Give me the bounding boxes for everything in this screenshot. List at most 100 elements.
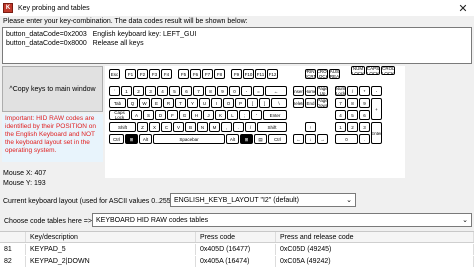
key-f9[interactable]: F9 (231, 69, 242, 79)
key-sys-0[interactable]: PRINT SCRN (305, 69, 316, 79)
key-left-shift[interactable]: Shift (109, 122, 136, 132)
keypad-1-2[interactable]: 3 (359, 122, 370, 132)
key-f4[interactable]: F4 (161, 69, 172, 79)
copy-keys-button[interactable]: ^Copy keys to main window (2, 66, 103, 112)
key-a-7[interactable]: K (215, 110, 226, 120)
key-f3[interactable]: F3 (149, 69, 160, 79)
key-10[interactable]: [ (247, 98, 258, 108)
key-nav-bottom-0[interactable]: Delete (293, 98, 304, 108)
key-nav-bottom-1[interactable]: End (305, 98, 316, 108)
key-sys-1[interactable]: SCROLL LOCK (317, 69, 328, 79)
key-1[interactable]: W (139, 98, 150, 108)
close-button[interactable]: ✕ (452, 0, 474, 16)
header-cell[interactable]: Press code (196, 232, 276, 242)
key-menu[interactable]: ▤ (254, 134, 267, 144)
lock-indicator-0[interactable]: NUM LOCK (351, 66, 365, 75)
keypad-1-1[interactable]: 2 (347, 122, 358, 132)
key-right-shift[interactable]: Shift (257, 122, 287, 132)
key-0[interactable]: Q (127, 98, 138, 108)
key-num-4[interactable]: 4 (157, 86, 168, 96)
key-num-1[interactable]: 1 (121, 86, 132, 96)
key-f5[interactable]: F5 (178, 69, 189, 79)
key-12[interactable]: \ (271, 98, 287, 108)
key-f7[interactable]: F7 (202, 69, 213, 79)
key-z-3[interactable]: V (173, 122, 184, 132)
key-spacebar[interactable]: Spacebar (153, 134, 225, 144)
key-a-3[interactable]: F (167, 110, 178, 120)
key-3[interactable]: R (163, 98, 174, 108)
key-right-ctrl[interactable]: Ctrl (268, 134, 287, 144)
key-a-2[interactable]: D (155, 110, 166, 120)
keypad-7-0[interactable]: 7 (335, 98, 346, 108)
key-sys-2[interactable]: PAUSE BREAK (329, 69, 340, 79)
key-8[interactable]: O (223, 98, 234, 108)
key-caps-lock[interactable]: Caps Lock (109, 110, 130, 120)
key-backspace[interactable]: ← (265, 86, 287, 96)
key-num-7[interactable]: 7 (193, 86, 204, 96)
key-right-alt[interactable]: Alt (226, 134, 239, 144)
key-f12[interactable]: F12 (267, 69, 278, 79)
key-num-5[interactable]: 5 (169, 86, 180, 96)
key-left-alt[interactable]: Alt (139, 134, 152, 144)
key-num-11[interactable]: - (241, 86, 252, 96)
key-z-4[interactable]: B (185, 122, 196, 132)
key-4[interactable]: T (175, 98, 186, 108)
key-f8[interactable]: F8 (214, 69, 225, 79)
key-z-6[interactable]: M (209, 122, 220, 132)
key-left-ctrl[interactable]: Ctrl (109, 134, 124, 144)
key-f2[interactable]: F2 (137, 69, 148, 79)
key-f1[interactable]: F1 (125, 69, 136, 79)
keypad-enter[interactable]: Enter (371, 122, 382, 144)
header-cell[interactable]: Key/description (26, 232, 196, 242)
key-a-5[interactable]: H (191, 110, 202, 120)
key-a-6[interactable]: J (203, 110, 214, 120)
key-num-12[interactable]: = (253, 86, 264, 96)
key-num-3[interactable]: 3 (145, 86, 156, 96)
keypad-4-2[interactable]: 6 (359, 110, 370, 120)
code-tables-select[interactable]: KEYBOARD HID RAW codes tables ⌄ (92, 213, 472, 227)
key-arrow-up[interactable]: ↑ (305, 122, 316, 132)
key-z-1[interactable]: X (149, 122, 160, 132)
keypad-0[interactable]: 0 (335, 134, 358, 144)
key-a-8[interactable]: L (227, 110, 238, 120)
key-2[interactable]: E (151, 98, 162, 108)
key-f10[interactable]: F10 (243, 69, 254, 79)
key-num-2[interactable]: 2 (133, 86, 144, 96)
key-nav-top-2[interactable]: Page Up (317, 86, 328, 96)
key-z-5[interactable]: N (197, 122, 208, 132)
key-a-4[interactable]: G (179, 110, 190, 120)
key-z-7[interactable]: , (221, 122, 232, 132)
key-z-0[interactable]: Z (137, 122, 148, 132)
key-a-0[interactable]: A (131, 110, 142, 120)
key-esc[interactable]: Esc (109, 69, 120, 79)
keypad-top-0[interactable]: Num Lock (335, 86, 346, 96)
key-z-8[interactable]: . (233, 122, 244, 132)
key-nav-bottom-2[interactable]: Page Down (317, 98, 328, 108)
key-left-win[interactable]: ⊞ (125, 134, 138, 144)
key-arrow-1[interactable]: ↓ (305, 134, 316, 144)
key-num-6[interactable]: 6 (181, 86, 192, 96)
key-num-10[interactable]: 0 (229, 86, 240, 96)
header-cell[interactable]: Press and release code (276, 232, 474, 242)
key-f11[interactable]: F11 (255, 69, 266, 79)
table-row[interactable]: 82 KEYPAD_2|DOWN 0x405A (16474) 0xC05A (… (0, 256, 474, 267)
key-nav-top-0[interactable]: Insert (293, 86, 304, 96)
key-z-9[interactable]: / (245, 122, 256, 132)
keypad-4-0[interactable]: 4 (335, 110, 346, 120)
keypad-7-2[interactable]: 9 (359, 98, 370, 108)
key-z-2[interactable]: C (161, 122, 172, 132)
key-11[interactable]: ] (259, 98, 270, 108)
table-row[interactable]: 81 KEYPAD_5 0x405D (16477) 0xC05D (49245… (0, 244, 474, 255)
key-enter[interactable]: Enter (263, 110, 287, 120)
key-num-0[interactable]: ` (109, 86, 120, 96)
key-9[interactable]: P (235, 98, 246, 108)
keypad-dot[interactable]: . (359, 134, 370, 144)
keypad-7-1[interactable]: 8 (347, 98, 358, 108)
keypad-1-0[interactable]: 1 (335, 122, 346, 132)
key-6[interactable]: U (199, 98, 210, 108)
keypad-top-1[interactable]: / (347, 86, 358, 96)
key-num-9[interactable]: 9 (217, 86, 228, 96)
key-5[interactable]: Y (187, 98, 198, 108)
key-num-8[interactable]: 8 (205, 86, 216, 96)
key-tab[interactable]: Tab (109, 98, 126, 108)
